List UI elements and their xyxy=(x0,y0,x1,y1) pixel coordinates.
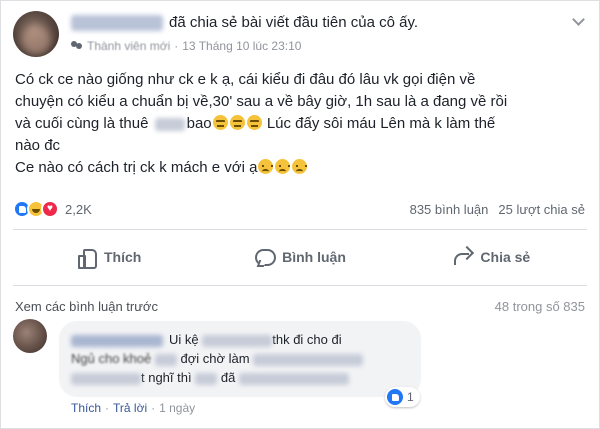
reactions-summary[interactable]: 2,2K xyxy=(13,200,92,218)
redacted-text xyxy=(195,372,218,385)
post-line: chuyện có kiểu a chuẩn bị về,30' sau a v… xyxy=(15,93,508,110)
thumbs-up-icon xyxy=(76,247,97,269)
redacted-text xyxy=(202,334,273,347)
post-line: và cuối cùng là thuê bao Lúc đấy sôi máu… xyxy=(15,113,587,135)
header-text: đã chia sẻ bài viết đầu tiên của cô ấy. xyxy=(169,14,419,31)
commenter-name-blurred[interactable] xyxy=(71,334,163,347)
reaction-count[interactable]: 2,2K xyxy=(65,202,92,217)
post-text: và cuối cùng là thuê xyxy=(15,115,149,132)
post-text: Ce nào có cách trị ck k mách e với ạ xyxy=(15,159,258,176)
comment-text: t nghĩ thì xyxy=(141,370,192,385)
post-header: đã chia sẻ bài viết đầu tiên của cô ấy. xyxy=(71,14,419,32)
share-label: Chia sẻ xyxy=(480,249,531,265)
separator: · xyxy=(151,401,156,415)
comment-reaction-count: 1 xyxy=(407,390,414,404)
comment-actions: Thích · Trả lời · 1 ngày xyxy=(71,401,195,415)
post-card: đã chia sẻ bài viết đầu tiên của cô ấy. … xyxy=(0,0,600,429)
comment-bubble: Ui kệ thk đi cho đi Ngủ cho khoẻ đợi chờ… xyxy=(59,321,421,397)
divider xyxy=(13,285,587,286)
post-body: Có ck ce nào giống như ck e k ạ, cái kiể… xyxy=(15,69,587,179)
comment-text: đợi chờ làm xyxy=(180,351,250,366)
comment-button[interactable]: Bình luận xyxy=(204,237,395,277)
post-line: nào đc xyxy=(15,137,61,154)
like-reaction-icon xyxy=(387,389,403,405)
angry-emoji-icon xyxy=(212,115,228,130)
comment-count[interactable]: 835 bình luận xyxy=(410,202,489,217)
like-label: Thích xyxy=(103,249,142,265)
sad-emoji-icon xyxy=(292,159,308,174)
view-previous-comments-link[interactable]: Xem các bình luận trước xyxy=(15,299,158,314)
comments-counter: 48 trong số 835 xyxy=(494,299,585,314)
post-stats: 835 bình luận 25 lượt chia sẻ xyxy=(410,202,585,217)
share-count[interactable]: 25 lượt chia sẻ xyxy=(498,202,585,217)
sad-emoji-icon xyxy=(258,159,274,174)
speech-bubble-icon xyxy=(254,247,277,267)
separator: · xyxy=(105,401,110,415)
comment-text: thk đi cho đi xyxy=(272,332,342,347)
post-meta: Thành viên mới · 13 Tháng 10 lúc 23:10 xyxy=(71,39,301,53)
comment-reply-link[interactable]: Trả lời xyxy=(113,401,147,415)
divider xyxy=(13,229,587,230)
comment-reactions[interactable]: 1 xyxy=(385,387,420,407)
share-arrow-icon xyxy=(452,247,472,267)
author-avatar[interactable] xyxy=(13,11,59,57)
angry-emoji-icon xyxy=(229,115,245,130)
redacted-text xyxy=(154,353,177,366)
share-button[interactable]: Chia sẻ xyxy=(396,237,587,277)
redacted-text xyxy=(71,372,141,385)
member-badge: Thành viên mới xyxy=(87,39,171,53)
comment-text: đã xyxy=(220,370,236,385)
angry-emoji-icon xyxy=(246,115,262,130)
comment-line: Ngủ cho khoẻ đợi chờ làm xyxy=(71,349,409,368)
author-name-blurred[interactable] xyxy=(71,15,163,32)
group-members-icon xyxy=(71,41,83,51)
post-text: bao xyxy=(186,115,212,132)
comment-like-link[interactable]: Thích xyxy=(71,401,101,415)
love-reaction-icon xyxy=(41,200,59,218)
redacted-text xyxy=(154,117,185,131)
post-options-chevron-icon[interactable] xyxy=(573,17,585,25)
post-actions: Thích Bình luận Chia sẻ xyxy=(13,237,587,277)
comment-text: Ui kệ xyxy=(169,332,199,347)
like-button[interactable]: Thích xyxy=(13,237,204,277)
sad-emoji-icon xyxy=(275,159,291,174)
post-text: Lúc đấy sôi máu Lên mà k làm thế xyxy=(266,115,496,132)
post-timestamp[interactable]: 13 Tháng 10 lúc 23:10 xyxy=(182,39,301,53)
meta-separator: · xyxy=(174,39,179,53)
comment-time[interactable]: 1 ngày xyxy=(159,401,195,415)
commenter-avatar[interactable] xyxy=(13,319,47,353)
comment-label: Bình luận xyxy=(282,249,346,265)
redacted-text xyxy=(238,372,349,385)
comment-line: Ui kệ thk đi cho đi xyxy=(71,330,409,349)
post-line: Có ck ce nào giống như ck e k ạ, cái kiể… xyxy=(15,71,476,88)
comment-line: t nghĩ thì đã xyxy=(71,368,409,387)
post-line: Ce nào có cách trị ck k mách e với ạ xyxy=(15,157,587,179)
comment-text: Ngủ cho khoẻ xyxy=(71,351,152,366)
redacted-text xyxy=(253,353,364,366)
